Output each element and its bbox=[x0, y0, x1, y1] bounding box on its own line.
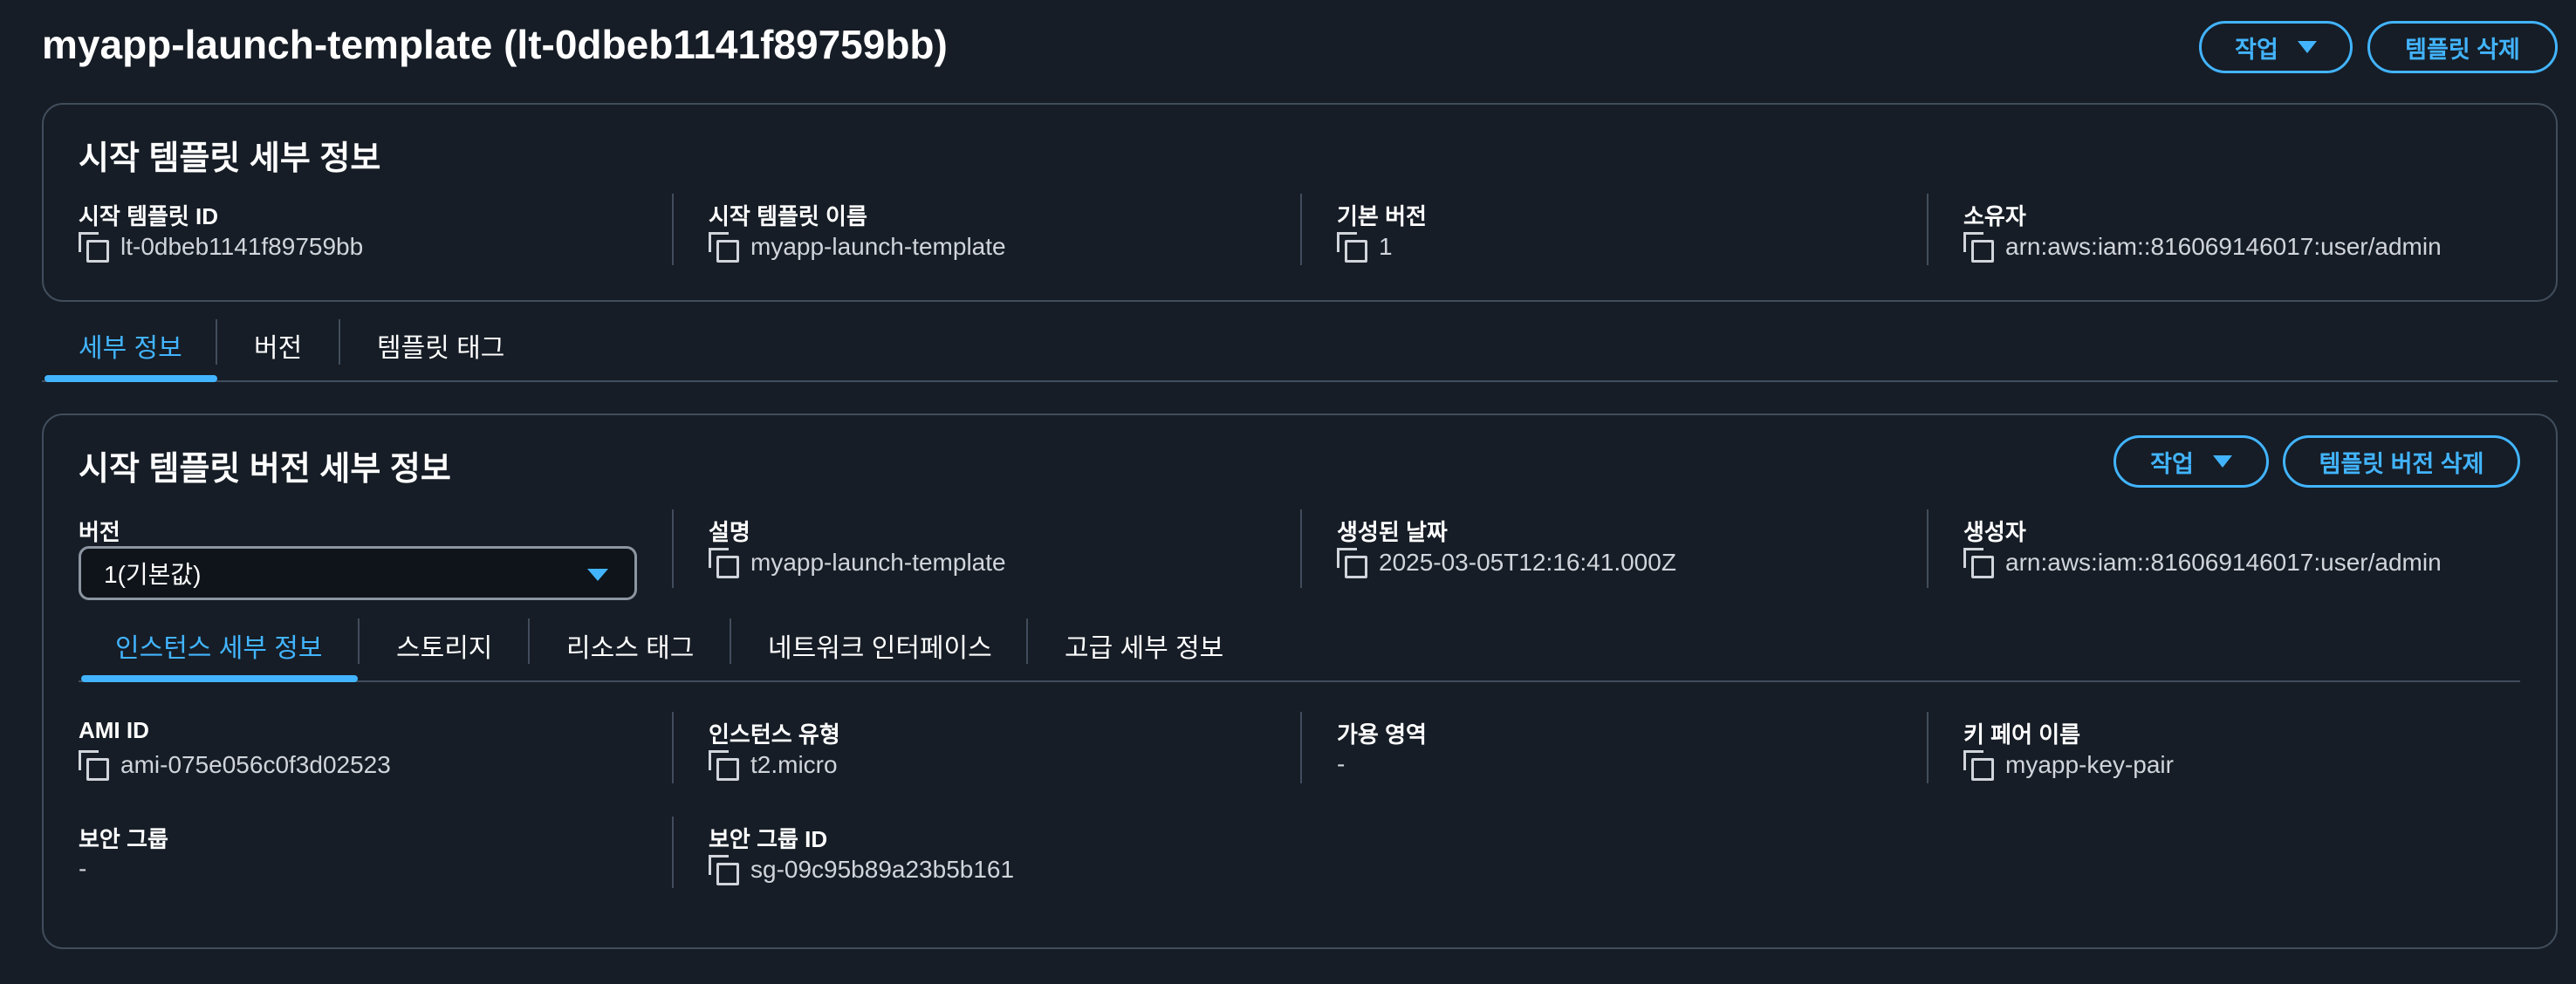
active-subtab-indicator bbox=[81, 675, 358, 682]
divider bbox=[1927, 712, 1929, 783]
tab-template-tags[interactable]: 템플릿 태그 bbox=[377, 326, 504, 365]
created-by-value: arn:aws:iam::816069146017:user/admin bbox=[1963, 548, 2442, 578]
created-by-text: arn:aws:iam::816069146017:user/admin bbox=[2005, 549, 2442, 576]
tab-separator bbox=[216, 319, 217, 365]
ami-id-value: ami-075e056c0f3d02523 bbox=[79, 750, 391, 781]
version-select-value: 1(기본값) bbox=[104, 561, 202, 588]
tab-separator bbox=[358, 618, 360, 664]
subtab-resource-tags[interactable]: 리소스 태그 bbox=[566, 626, 694, 665]
subtab-storage[interactable]: 스토리지 bbox=[396, 626, 492, 665]
version-label: 버전 bbox=[79, 519, 120, 545]
template-id-value: lt-0dbeb1141f89759bb bbox=[79, 232, 364, 263]
ami-id-text: ami-075e056c0f3d02523 bbox=[120, 751, 391, 778]
description-value: myapp-launch-template bbox=[709, 548, 1006, 578]
security-group-id-label: 보안 그룹 ID bbox=[709, 826, 828, 852]
ami-id-label: AMI ID bbox=[79, 717, 149, 743]
copy-icon[interactable] bbox=[79, 750, 109, 781]
divider bbox=[1927, 509, 1929, 588]
tab-bar-line bbox=[42, 380, 2558, 382]
divider bbox=[1300, 712, 1302, 783]
instance-type-value: t2.micro bbox=[709, 750, 838, 781]
availability-zone-label: 가용 영역 bbox=[1337, 721, 1427, 748]
template-name-label: 시작 템플릿 이름 bbox=[709, 203, 867, 229]
created-date-label: 생성된 날짜 bbox=[1337, 519, 1448, 545]
version-details-title: 시작 템플릿 버전 세부 정보 bbox=[79, 451, 451, 488]
subtab-advanced-details[interactable]: 고급 세부 정보 bbox=[1065, 626, 1223, 665]
caret-down-icon bbox=[2297, 41, 2317, 53]
owner-label: 소유자 bbox=[1963, 203, 2026, 229]
delete-template-button[interactable]: 템플릿 삭제 bbox=[2367, 21, 2558, 73]
copy-icon[interactable] bbox=[1963, 232, 1994, 263]
instance-type-label: 인스턴스 유형 bbox=[709, 721, 840, 748]
caret-down-icon bbox=[587, 569, 608, 581]
divider bbox=[672, 194, 674, 265]
template-name-text: myapp-launch-template bbox=[750, 233, 1006, 260]
divider bbox=[672, 712, 674, 783]
tab-details[interactable]: 세부 정보 bbox=[79, 326, 182, 365]
owner-value: arn:aws:iam::816069146017:user/admin bbox=[1963, 232, 2442, 263]
copy-icon[interactable] bbox=[79, 232, 109, 263]
caret-down-icon bbox=[2212, 455, 2232, 468]
subtab-instance-details[interactable]: 인스턴스 세부 정보 bbox=[115, 626, 322, 665]
security-group-id-value: sg-09c95b89a23b5b161 bbox=[709, 855, 1014, 885]
template-id-text: lt-0dbeb1141f89759bb bbox=[120, 233, 364, 260]
copy-icon[interactable] bbox=[709, 855, 739, 885]
default-version-label: 기본 버전 bbox=[1337, 203, 1427, 229]
default-version-value: 1 bbox=[1337, 232, 1393, 263]
default-version-text: 1 bbox=[1379, 233, 1393, 260]
copy-icon[interactable] bbox=[1963, 750, 1994, 781]
copy-icon[interactable] bbox=[1963, 548, 1994, 578]
tab-separator bbox=[730, 618, 731, 664]
key-pair-text: myapp-key-pair bbox=[2005, 751, 2174, 778]
created-date-text: 2025-03-05T12:16:41.000Z bbox=[1379, 549, 1676, 576]
template-name-value: myapp-launch-template bbox=[709, 232, 1006, 263]
copy-icon[interactable] bbox=[1337, 232, 1367, 263]
instance-type-text: t2.micro bbox=[750, 751, 838, 778]
version-select[interactable]: 1(기본값) bbox=[79, 546, 637, 600]
tab-separator bbox=[339, 319, 340, 365]
copy-icon[interactable] bbox=[709, 548, 739, 578]
security-group-id-text: sg-09c95b89a23b5b161 bbox=[750, 856, 1015, 883]
availability-zone-value: - bbox=[1337, 750, 1346, 777]
owner-text: arn:aws:iam::816069146017:user/admin bbox=[2005, 233, 2442, 260]
divider bbox=[672, 817, 674, 888]
copy-icon[interactable] bbox=[709, 232, 739, 263]
tab-separator bbox=[528, 618, 530, 664]
actions-button[interactable]: 작업 bbox=[2199, 21, 2353, 73]
divider bbox=[1927, 194, 1929, 265]
version-actions-button[interactable]: 작업 bbox=[2114, 435, 2269, 488]
copy-icon[interactable] bbox=[709, 750, 739, 781]
key-pair-label: 키 페어 이름 bbox=[1963, 721, 2081, 748]
created-by-label: 생성자 bbox=[1963, 519, 2026, 545]
actions-button-label: 작업 bbox=[2235, 36, 2278, 63]
active-tab-indicator bbox=[45, 375, 217, 382]
page-title: myapp-launch-template (lt-0dbeb1141f8975… bbox=[42, 22, 948, 67]
created-date-value: 2025-03-05T12:16:41.000Z bbox=[1337, 548, 1676, 578]
tab-separator bbox=[1026, 618, 1028, 664]
divider bbox=[672, 509, 674, 588]
security-group-value: - bbox=[79, 855, 87, 882]
template-details-title: 시작 템플릿 세부 정보 bbox=[79, 140, 381, 177]
delete-version-button[interactable]: 템플릿 버전 삭제 bbox=[2283, 435, 2520, 488]
tab-versions[interactable]: 버전 bbox=[254, 326, 302, 365]
key-pair-value: myapp-key-pair bbox=[1963, 750, 2174, 781]
description-text: myapp-launch-template bbox=[750, 549, 1006, 576]
divider bbox=[1300, 509, 1302, 588]
version-actions-label: 작업 bbox=[2150, 450, 2194, 477]
template-id-label: 시작 템플릿 ID bbox=[79, 203, 219, 229]
copy-icon[interactable] bbox=[1337, 548, 1367, 578]
subtab-bar-line bbox=[79, 680, 2520, 682]
security-group-label: 보안 그룹 bbox=[79, 826, 168, 852]
divider bbox=[1300, 194, 1302, 265]
description-label: 설명 bbox=[709, 519, 750, 545]
subtab-network-interfaces[interactable]: 네트워크 인터페이스 bbox=[768, 626, 992, 665]
